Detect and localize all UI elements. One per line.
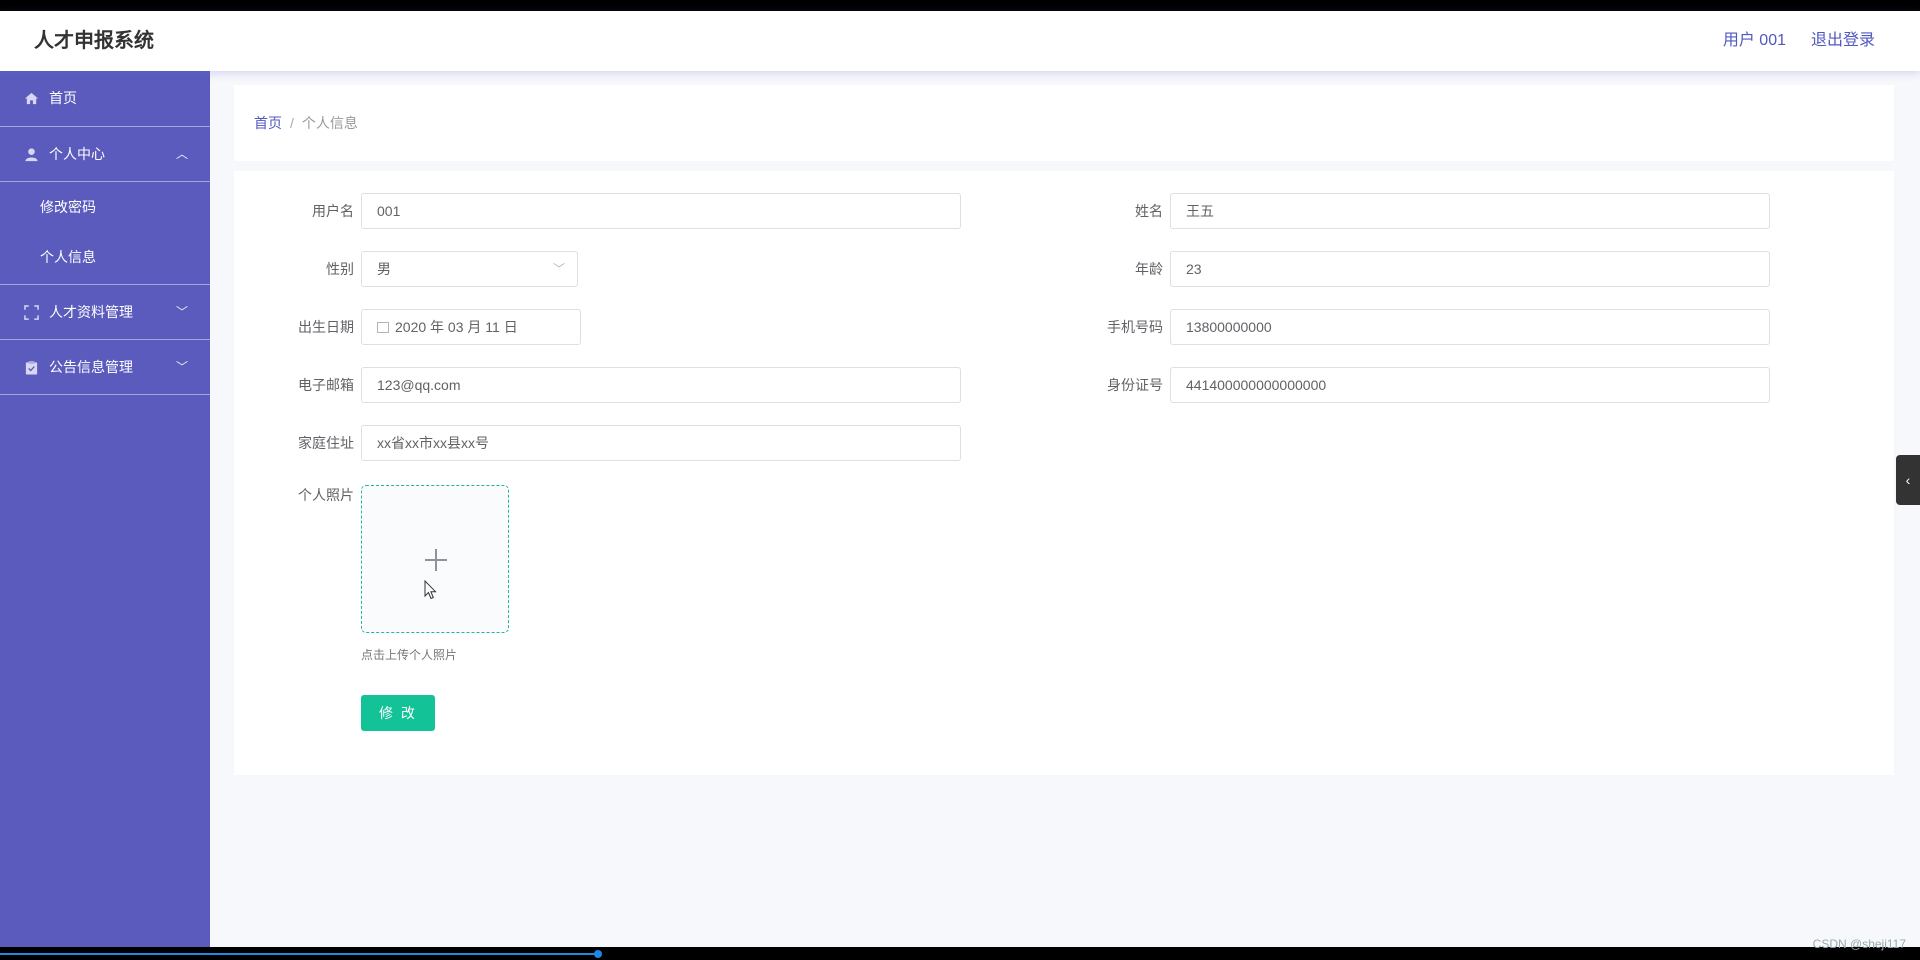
- photo-upload[interactable]: [361, 485, 509, 633]
- sidebar-item-label: 首页: [49, 90, 77, 106]
- chevron-down-icon: ﹀: [552, 262, 565, 276]
- breadcrumb-separator: /: [290, 115, 294, 131]
- name-field[interactable]: 王五: [1170, 193, 1770, 229]
- chevron-down-icon: ﹀: [175, 305, 188, 319]
- email-field[interactable]: 123@qq.com: [361, 367, 961, 403]
- personal-info-form: 用户名 001 性别 男 ﹀ 出生日期 2020 年 03 月 11 日 电子邮…: [234, 171, 1894, 775]
- name-label: 姓名: [1135, 203, 1163, 219]
- username-field[interactable]: 001: [361, 193, 961, 229]
- birthdate-label: 出生日期: [298, 319, 354, 335]
- home-icon: [24, 92, 39, 105]
- app-header: 人才申报系统 用户 001 退出登录: [0, 11, 1920, 71]
- breadcrumb-current: 个人信息: [301, 115, 358, 131]
- logout-link[interactable]: 退出登录: [1811, 11, 1875, 71]
- phone-label: 手机号码: [1107, 319, 1163, 335]
- mouse-cursor-icon: [424, 580, 437, 600]
- calendar-icon: [377, 322, 389, 333]
- phone-field[interactable]: 13800000000: [1170, 309, 1770, 345]
- idcard-field[interactable]: 441400000000000000: [1170, 367, 1770, 403]
- modify-button[interactable]: 修 改: [361, 695, 435, 731]
- birthdate-value: 2020 年 03 月 11 日: [395, 319, 518, 335]
- chevron-down-icon: ﹀: [175, 360, 188, 374]
- gender-value: 男: [377, 261, 391, 277]
- sidebar-item-personal-info[interactable]: 个人信息: [0, 232, 210, 282]
- breadcrumb: 首页 / 个人信息: [254, 85, 358, 161]
- plus-icon-vertical: [435, 549, 437, 571]
- app-title: 人才申报系统: [34, 30, 154, 52]
- birthdate-picker[interactable]: 2020 年 03 月 11 日: [361, 309, 581, 345]
- age-label: 年龄: [1135, 261, 1163, 277]
- address-field[interactable]: xx省xx市xx县xx号: [361, 425, 961, 461]
- upload-tip: 点击上传个人照片: [361, 648, 458, 662]
- gender-label: 性别: [326, 261, 354, 277]
- sidebar: 首页 个人中心 ︿ 修改密码 个人信息 人才资料管理 ﹀ 公告信息管理 ﹀: [0, 71, 210, 947]
- idcard-label: 身份证号: [1107, 377, 1163, 393]
- window-top-bar: [0, 0, 1920, 11]
- video-progress-handle[interactable]: [594, 950, 602, 958]
- sidebar-item-personal-center[interactable]: 个人中心 ︿: [0, 127, 210, 182]
- sidebar-item-talent-management[interactable]: 人才资料管理 ﹀: [0, 285, 210, 340]
- age-field[interactable]: 23: [1170, 251, 1770, 287]
- clipboard-icon: [25, 360, 38, 375]
- frame-icon: [24, 305, 39, 320]
- gender-select[interactable]: 男 ﹀: [361, 251, 578, 287]
- video-progress-bar[interactable]: [0, 953, 600, 955]
- email-label: 电子邮箱: [298, 377, 354, 393]
- breadcrumb-card: 首页 / 个人信息: [234, 85, 1894, 161]
- sidebar-item-home[interactable]: 首页: [0, 71, 210, 127]
- sidebar-item-change-password[interactable]: 修改密码: [0, 182, 210, 232]
- watermark: CSDN @sheji117: [1812, 937, 1906, 951]
- sidebar-item-notice-management[interactable]: 公告信息管理 ﹀: [0, 340, 210, 395]
- sidebar-item-label: 公告信息管理: [49, 359, 133, 375]
- address-label: 家庭住址: [298, 435, 354, 451]
- chevron-left-icon: ‹: [1905, 472, 1911, 488]
- sidebar-item-label: 人才资料管理: [49, 304, 133, 320]
- current-user: 用户 001: [1722, 32, 1786, 49]
- photo-label: 个人照片: [298, 487, 354, 503]
- collapse-panel-toggle[interactable]: ‹: [1896, 455, 1920, 505]
- user-icon: [25, 148, 38, 162]
- breadcrumb-home[interactable]: 首页: [254, 115, 282, 131]
- personal-center-submenu: 修改密码 个人信息: [0, 182, 210, 285]
- main-content: 首页 / 个人信息 用户名 001 性别 男 ﹀ 出生日期 2020 年 03 月 …: [210, 71, 1920, 947]
- chevron-up-icon: ︿: [175, 147, 188, 161]
- sidebar-item-label: 个人中心: [49, 146, 105, 162]
- username-label: 用户名: [312, 203, 354, 219]
